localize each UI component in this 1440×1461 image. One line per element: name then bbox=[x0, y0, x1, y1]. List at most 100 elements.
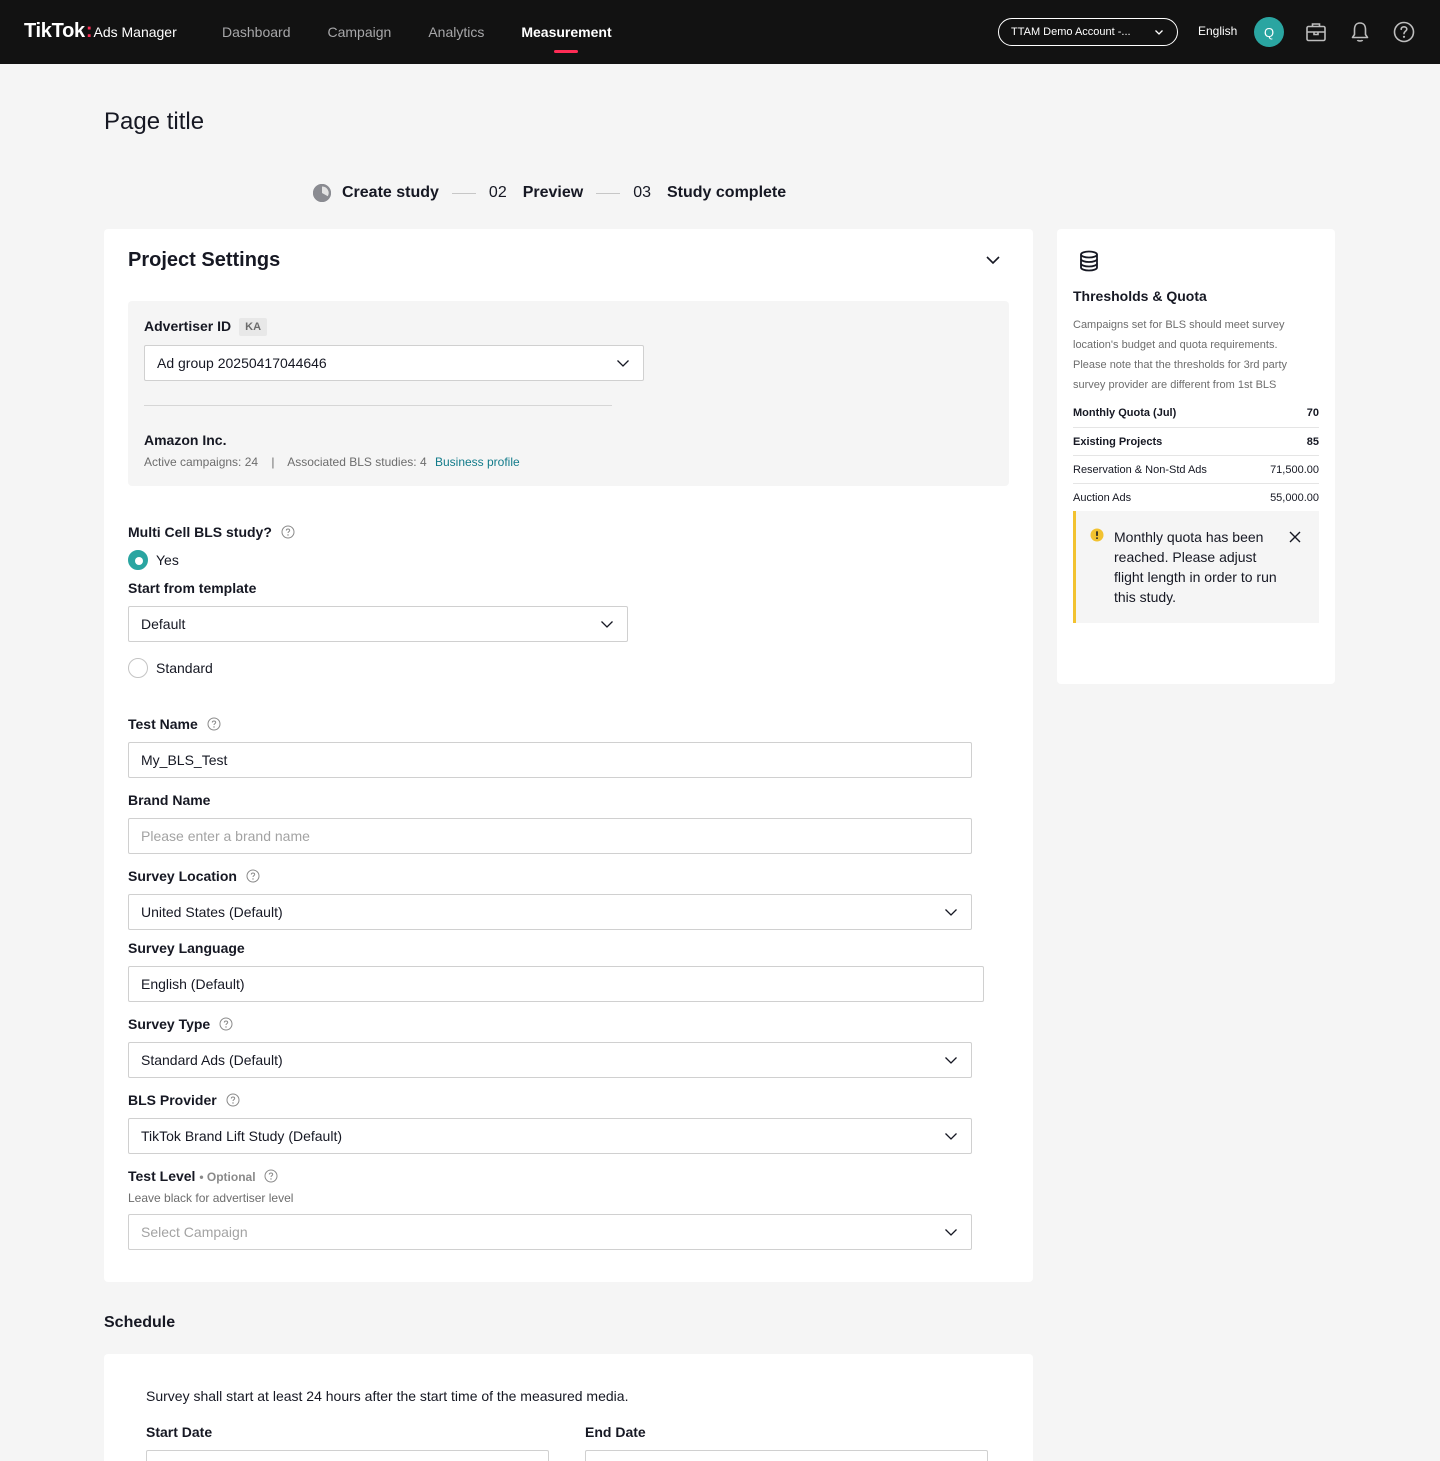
chevron-down-icon bbox=[1155, 30, 1163, 35]
help-icon[interactable] bbox=[226, 1093, 240, 1107]
language-switch[interactable]: English bbox=[1198, 24, 1237, 38]
chevron-down-icon bbox=[945, 909, 957, 916]
chevron-down-icon bbox=[945, 1057, 957, 1064]
chevron-down-icon bbox=[617, 360, 629, 367]
quota-row: Reservation & Non-Std Ads 71,500.00 bbox=[1073, 455, 1319, 483]
quota-row: Monthly Quota (Jul) 70 bbox=[1073, 399, 1319, 427]
survey-type-select[interactable]: Standard Ads (Default) bbox=[128, 1042, 972, 1078]
bls-provider-select[interactable]: TikTok Brand Lift Study (Default) bbox=[128, 1118, 972, 1154]
brand-name-label: Brand Name bbox=[128, 792, 211, 808]
start-date-label: Start Date bbox=[146, 1424, 213, 1440]
logo[interactable]: TikTok : Ads Manager bbox=[24, 20, 177, 43]
quota-row: Auction Ads 55,000.00 bbox=[1073, 483, 1319, 511]
meta-separator: | bbox=[271, 455, 275, 469]
page-title: Page title bbox=[104, 108, 205, 135]
logo-dot: : bbox=[85, 20, 93, 42]
step-number: 03 bbox=[633, 184, 651, 201]
advertiser-select-value: Ad group 20250417044646 bbox=[157, 355, 327, 371]
help-circle-icon[interactable] bbox=[1392, 20, 1416, 44]
end-date-label: End Date bbox=[585, 1424, 646, 1440]
quota-row-value: 71,500.00 bbox=[1270, 463, 1319, 476]
advertiser-panel: Advertiser ID KA Ad group 20250417044646 … bbox=[128, 301, 1009, 486]
account-selector[interactable]: TTAM Demo Account -... bbox=[998, 18, 1178, 46]
business-profile-link[interactable]: Business profile bbox=[435, 455, 520, 469]
step-connector bbox=[451, 192, 476, 194]
template-select-value: Default bbox=[141, 616, 186, 632]
project-settings-heading: Project Settings bbox=[128, 249, 281, 271]
multi-cell-label: Multi Cell BLS study? bbox=[128, 524, 295, 540]
help-icon[interactable] bbox=[207, 717, 221, 731]
standard-label: Standard bbox=[156, 660, 213, 676]
bls-provider-label: BLS Provider bbox=[128, 1092, 240, 1108]
bls-provider-value: TikTok Brand Lift Study (Default) bbox=[141, 1128, 343, 1144]
chevron-down-icon[interactable] bbox=[983, 250, 1003, 270]
optional-tag: • Optional bbox=[199, 1170, 256, 1184]
advertiser-meta: Active campaigns: 24 | Associated BLS st… bbox=[144, 455, 520, 469]
quota-row-label: Auction Ads bbox=[1073, 491, 1132, 504]
close-icon[interactable] bbox=[1287, 529, 1303, 545]
end-date-picker[interactable] bbox=[585, 1450, 988, 1461]
nav-item-dashboard[interactable]: Dashboard bbox=[222, 0, 291, 64]
clock-icon bbox=[313, 184, 331, 202]
start-date-picker[interactable] bbox=[146, 1450, 549, 1461]
active-campaigns: Active campaigns: 24 bbox=[144, 455, 259, 469]
associated-studies: Associated BLS studies: 4 bbox=[287, 455, 427, 469]
briefcase-icon[interactable] bbox=[1304, 20, 1328, 44]
step-number: 02 bbox=[488, 184, 507, 201]
test-level-text: Test Level bbox=[128, 1168, 196, 1184]
alert-message: Monthly quota has been reached. Please a… bbox=[1114, 529, 1277, 605]
yes-label: Yes bbox=[156, 552, 179, 568]
avatar[interactable]: Q bbox=[1254, 17, 1284, 47]
company-name: Amazon Inc. bbox=[144, 432, 227, 448]
survey-language-label: Survey Language bbox=[128, 940, 245, 956]
advertiser-id-text: Advertiser ID bbox=[144, 318, 232, 334]
chevron-down-icon bbox=[601, 621, 613, 628]
quota-title: Thresholds & Quota bbox=[1073, 288, 1207, 304]
schedule-card: Survey shall start at least 24 hours aft… bbox=[104, 1354, 1033, 1461]
quota-row-value: 70 bbox=[1306, 407, 1319, 419]
multi-cell-yes-radio[interactable] bbox=[128, 550, 148, 570]
bls-provider-text: BLS Provider bbox=[128, 1092, 217, 1108]
logo-sub: Ads Manager bbox=[93, 24, 177, 40]
quota-row-label: Reservation & Non-Std Ads bbox=[1073, 463, 1207, 476]
multi-cell-text: Multi Cell BLS study? bbox=[128, 524, 272, 540]
standard-radio[interactable] bbox=[128, 658, 148, 678]
ka-badge: KA bbox=[239, 318, 268, 336]
account-name: TTAM Demo Account -... bbox=[1011, 26, 1131, 38]
survey-location-text: Survey Location bbox=[128, 868, 237, 884]
survey-location-select[interactable]: United States (Default) bbox=[128, 894, 972, 930]
stepper: Create study 02 Preview 03 Study complet… bbox=[312, 182, 786, 204]
advertiser-select[interactable]: Ad group 20250417044646 bbox=[144, 345, 644, 381]
help-icon[interactable] bbox=[246, 869, 260, 883]
quota-card: Thresholds & Quota Campaigns set for BLS… bbox=[1057, 229, 1335, 684]
project-settings-card: Project Settings Advertiser ID KA Ad grou… bbox=[104, 229, 1033, 1282]
template-select[interactable]: Default bbox=[128, 606, 628, 642]
divider bbox=[144, 405, 612, 406]
quota-row-label: Existing Projects bbox=[1073, 435, 1163, 448]
survey-language-input[interactable] bbox=[128, 966, 984, 1002]
survey-location-label: Survey Location bbox=[128, 868, 260, 884]
help-icon[interactable] bbox=[219, 1017, 233, 1031]
bell-icon[interactable] bbox=[1348, 20, 1372, 44]
top-nav: TikTok : Ads Manager Dashboard Campaign … bbox=[0, 0, 1440, 64]
help-icon[interactable] bbox=[264, 1169, 278, 1183]
survey-type-label: Survey Type bbox=[128, 1016, 233, 1032]
schedule-note: Survey shall start at least 24 hours aft… bbox=[146, 1388, 629, 1404]
step-preview: Preview bbox=[522, 184, 584, 201]
quota-row-label: Monthly Quota (Jul) bbox=[1073, 407, 1177, 419]
test-name-input[interactable] bbox=[128, 742, 972, 778]
brand-name-input[interactable] bbox=[128, 818, 972, 854]
test-name-text: Test Name bbox=[128, 716, 198, 732]
help-icon[interactable] bbox=[281, 525, 295, 539]
test-level-hint: Leave black for advertiser level bbox=[128, 1191, 294, 1205]
step-create-study: Create study bbox=[342, 184, 439, 201]
campaign-select[interactable]: Select Campaign bbox=[128, 1214, 972, 1250]
chevron-down-icon bbox=[945, 1133, 957, 1140]
nav-item-analytics[interactable]: Analytics bbox=[428, 0, 484, 64]
database-icon bbox=[1080, 250, 1098, 272]
nav-item-measurement[interactable]: Measurement bbox=[521, 0, 612, 64]
test-name-label: Test Name bbox=[128, 716, 221, 732]
nav-item-campaign[interactable]: Campaign bbox=[328, 0, 392, 64]
step-study-complete: Study complete bbox=[667, 184, 787, 201]
warning-icon bbox=[1090, 528, 1104, 542]
